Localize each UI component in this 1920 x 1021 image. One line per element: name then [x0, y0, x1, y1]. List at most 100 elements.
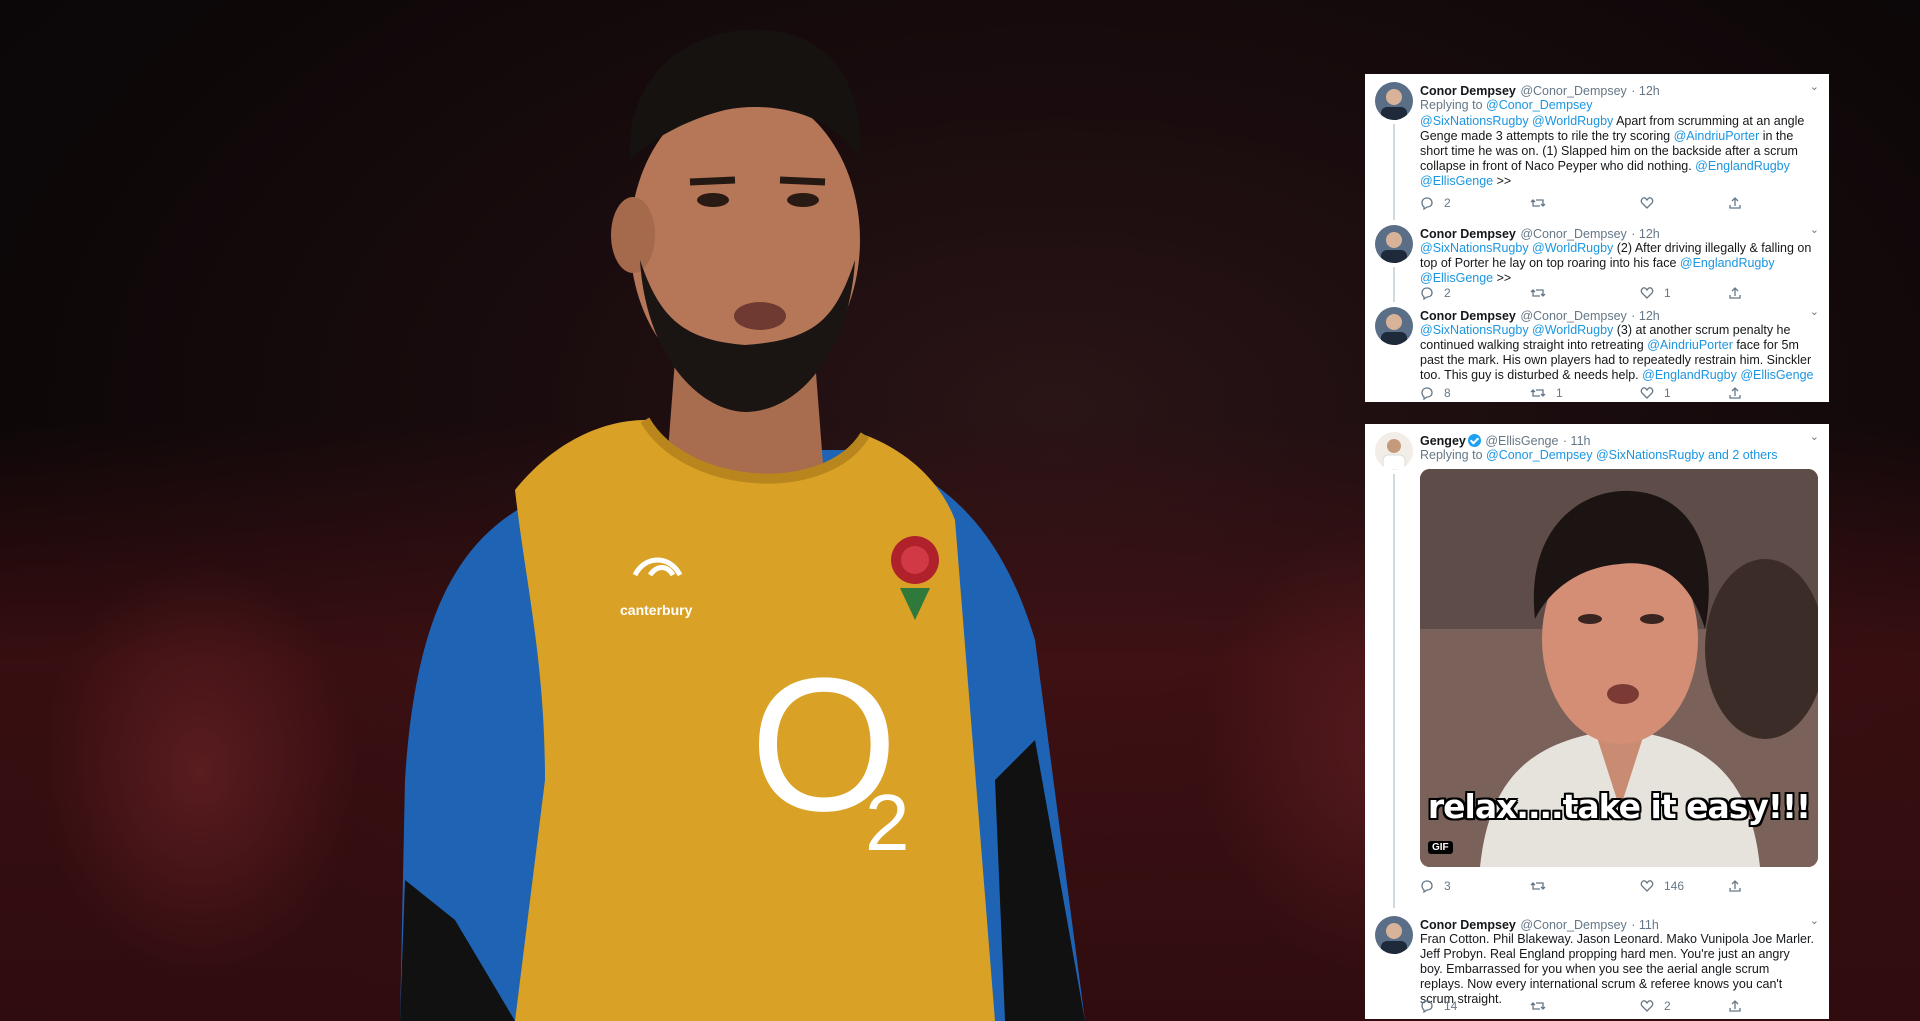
share-icon — [1729, 1000, 1741, 1012]
share-button[interactable] — [1728, 286, 1742, 300]
retweet-button[interactable] — [1530, 196, 1556, 210]
chevron-down-icon[interactable]: ⌄ — [1810, 80, 1819, 93]
share-button[interactable] — [1728, 196, 1742, 210]
like-button[interactable]: 2 — [1640, 999, 1671, 1013]
display-name[interactable]: Conor Dempsey — [1420, 309, 1516, 323]
retweet-icon — [1530, 199, 1546, 207]
reply-icon — [1421, 880, 1433, 893]
avatar[interactable] — [1375, 225, 1413, 263]
chevron-down-icon[interactable]: ⌄ — [1810, 914, 1819, 927]
avatar-icon — [1375, 916, 1413, 954]
display-name[interactable]: Conor Dempsey — [1420, 918, 1516, 932]
like-button[interactable]: 146 — [1640, 879, 1684, 893]
tweet-actions: 2 — [1420, 196, 1809, 212]
retweet-icon — [1530, 289, 1546, 297]
mention-link[interactable]: @EllisGenge — [1420, 174, 1493, 188]
share-icon — [1729, 387, 1741, 399]
like-button[interactable] — [1640, 196, 1664, 210]
tweet-text: Fran Cotton. Phil Blakeway. Jason Leonar… — [1420, 932, 1814, 1006]
chevron-down-icon[interactable]: ⌄ — [1810, 305, 1819, 318]
reply-button[interactable]: 2 — [1420, 196, 1451, 210]
mention-link[interactable]: @EnglandRugby — [1642, 368, 1737, 382]
replying-to: Replying to @Conor_Dempsey @SixNationsRu… — [1420, 448, 1815, 463]
like-count: 146 — [1664, 879, 1685, 893]
user-handle[interactable]: @Conor_Dempsey — [1520, 918, 1626, 932]
display-name[interactable]: Conor Dempsey — [1420, 227, 1516, 241]
tweet-card[interactable]: Gengey @EllisGenge · 11h ⌄ Replying to @… — [1365, 424, 1829, 908]
mention-link[interactable]: @AindriuPorter — [1674, 129, 1760, 143]
retweet-button[interactable] — [1530, 999, 1556, 1013]
retweet-icon — [1530, 882, 1546, 890]
tweet-text: @SixNationsRugby @WorldRugby (3) at anot… — [1420, 323, 1815, 383]
gif-media[interactable]: relax....take it easy!!! GIF — [1420, 469, 1818, 867]
share-button[interactable] — [1728, 386, 1742, 400]
like-button[interactable]: 1 — [1640, 286, 1671, 300]
mention-link[interactable]: @SixNationsRugby @WorldRugby — [1420, 323, 1613, 337]
reply-count: 14 — [1444, 999, 1458, 1013]
display-name[interactable]: Conor Dempsey — [1420, 84, 1516, 98]
tweet-time[interactable]: · 11h — [1563, 434, 1591, 448]
tweet-time[interactable]: · 12h — [1631, 84, 1660, 98]
thread-line — [1393, 267, 1395, 302]
retweet-icon — [1530, 1002, 1546, 1010]
reply-icon — [1421, 1000, 1433, 1013]
reply-count: 3 — [1444, 879, 1451, 893]
heart-icon — [1640, 287, 1654, 299]
mention-link[interactable]: @SixNationsRugby @WorldRugby — [1420, 241, 1613, 255]
retweet-button[interactable]: 1 — [1530, 386, 1563, 400]
avatar[interactable] — [1375, 916, 1413, 954]
tweet-card[interactable]: Conor Dempsey @Conor_Dempsey · 12h ⌄ @Si… — [1365, 220, 1829, 302]
replying-to-label: Replying to — [1420, 448, 1487, 462]
avatar-icon — [1375, 82, 1413, 120]
replying-to-link[interactable]: @Conor_Dempsey — [1486, 98, 1592, 112]
user-handle[interactable]: @EllisGenge — [1485, 434, 1558, 448]
avatar-icon — [1375, 225, 1413, 263]
bib-sponsor-sub: 2 — [865, 778, 910, 867]
mention-link[interactable]: @EllisGenge — [1420, 271, 1493, 285]
reply-button[interactable]: 2 — [1420, 286, 1451, 300]
replying-to-label: Replying to — [1420, 98, 1487, 112]
share-icon — [1729, 197, 1741, 209]
reply-icon — [1421, 287, 1433, 300]
heart-icon — [1640, 880, 1654, 892]
user-handle[interactable]: @Conor_Dempsey — [1520, 227, 1626, 241]
user-handle[interactable]: @Conor_Dempsey — [1520, 309, 1626, 323]
avatar[interactable] — [1375, 82, 1413, 120]
avatar[interactable] — [1375, 307, 1413, 345]
like-button[interactable]: 1 — [1640, 386, 1671, 400]
user-handle[interactable]: @Conor_Dempsey — [1520, 84, 1626, 98]
mention-link[interactable]: @EllisGenge — [1740, 368, 1813, 382]
tweet-text-segment: >> — [1493, 271, 1512, 285]
reply-button[interactable]: 14 — [1420, 999, 1457, 1013]
tweet-card[interactable]: Conor Dempsey @Conor_Dempsey · 12h ⌄ @Si… — [1365, 302, 1829, 402]
display-name[interactable]: Gengey — [1420, 434, 1466, 448]
tweet-time[interactable]: · 12h — [1631, 227, 1660, 241]
tweet-actions: 8 1 1 — [1420, 386, 1809, 402]
share-button[interactable] — [1728, 879, 1742, 893]
avatar[interactable] — [1375, 432, 1413, 470]
like-count: 1 — [1664, 286, 1671, 300]
retweet-icon — [1530, 389, 1546, 397]
mention-link[interactable]: @EnglandRugby — [1680, 256, 1775, 270]
thread-line — [1393, 474, 1395, 908]
retweet-button[interactable] — [1530, 879, 1556, 893]
tweet-actions: 14 2 — [1420, 999, 1809, 1015]
mention-link[interactable]: @EnglandRugby — [1695, 159, 1790, 173]
tweet-text-segment: >> — [1493, 174, 1512, 188]
tweet-card[interactable]: Conor Dempsey @Conor_Dempsey · 11h ⌄ Fra… — [1365, 908, 1829, 1019]
replying-to-link[interactable]: @Conor_Dempsey @SixNationsRugby and 2 ot… — [1486, 448, 1778, 462]
tweet-card[interactable]: Conor Dempsey @Conor_Dempsey · 12h ⌄ Rep… — [1365, 74, 1829, 220]
tweet-actions: 2 1 — [1420, 286, 1809, 302]
mention-link[interactable]: @SixNationsRugby @WorldRugby — [1420, 114, 1613, 128]
retweet-count: 1 — [1556, 386, 1563, 400]
retweet-button[interactable] — [1530, 286, 1556, 300]
bokeh-left — [40, 560, 360, 980]
tweet-time[interactable]: · 11h — [1631, 918, 1659, 932]
chevron-down-icon[interactable]: ⌄ — [1810, 430, 1819, 443]
share-button[interactable] — [1728, 999, 1742, 1013]
tweet-time[interactable]: · 12h — [1631, 309, 1660, 323]
reply-button[interactable]: 8 — [1420, 386, 1451, 400]
chevron-down-icon[interactable]: ⌄ — [1810, 223, 1819, 236]
reply-button[interactable]: 3 — [1420, 879, 1451, 893]
mention-link[interactable]: @AindriuPorter — [1647, 338, 1733, 352]
